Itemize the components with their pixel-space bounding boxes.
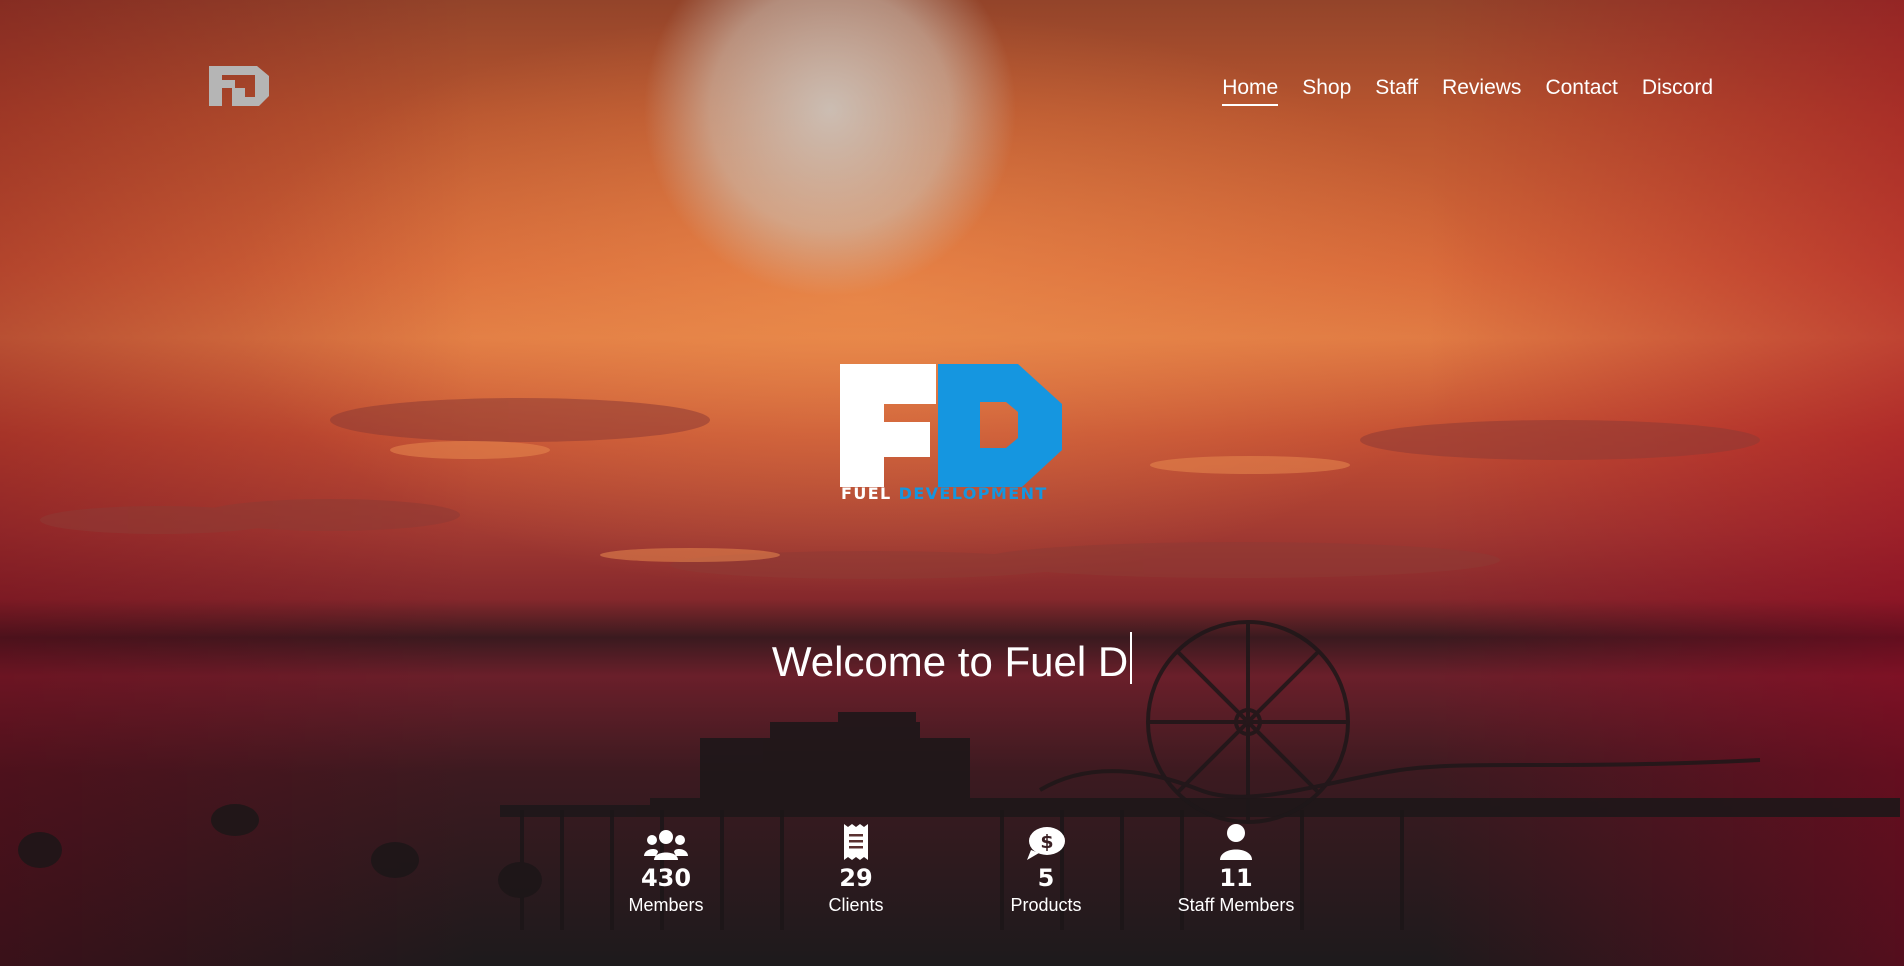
fd-nav-logo[interactable] [207,66,269,106]
products-label: Products [1010,895,1082,915]
clients-count: 29 [839,864,873,892]
products-count: 5 [1037,864,1055,892]
nav-staff[interactable]: Staff [1375,76,1418,106]
dollar-chat-icon: $ [966,826,1126,860]
stat-clients: 29 Clients [776,824,936,916]
nav-shop[interactable]: Shop [1302,76,1351,106]
nav-home[interactable]: Home [1222,76,1279,106]
fuel-development-logo [840,364,1062,487]
welcome-text: Welcome to Fuel D [771,638,1129,685]
brand-wordmark: FUEL DEVELOPMENT [841,484,1048,503]
nav-contact[interactable]: Contact [1545,76,1617,106]
stat-products: $ 5 Products [966,826,1126,916]
brand-word-development: DEVELOPMENT [898,484,1048,503]
stat-staff: 11 Staff Members [1156,824,1316,916]
members-count: 430 [640,864,692,892]
user-icon [1156,824,1316,860]
main-nav: Home Shop Staff Reviews Contact Discord [1222,76,1713,106]
clients-label: Clients [828,895,884,915]
stat-members: 430 Members [586,826,746,916]
typing-caret [1130,632,1133,684]
nav-reviews[interactable]: Reviews [1442,76,1521,106]
svg-text:$: $ [1040,831,1053,853]
nav-discord[interactable]: Discord [1642,76,1713,106]
staff-count: 11 [1219,864,1253,892]
users-icon [586,826,746,860]
staff-label: Staff Members [1177,895,1295,915]
receipt-icon [776,824,936,860]
members-label: Members [628,895,704,915]
fd-logo-icon [209,66,269,106]
welcome-heading: Welcome to Fuel D [0,632,1904,686]
brand-word-fuel: FUEL [841,484,892,503]
